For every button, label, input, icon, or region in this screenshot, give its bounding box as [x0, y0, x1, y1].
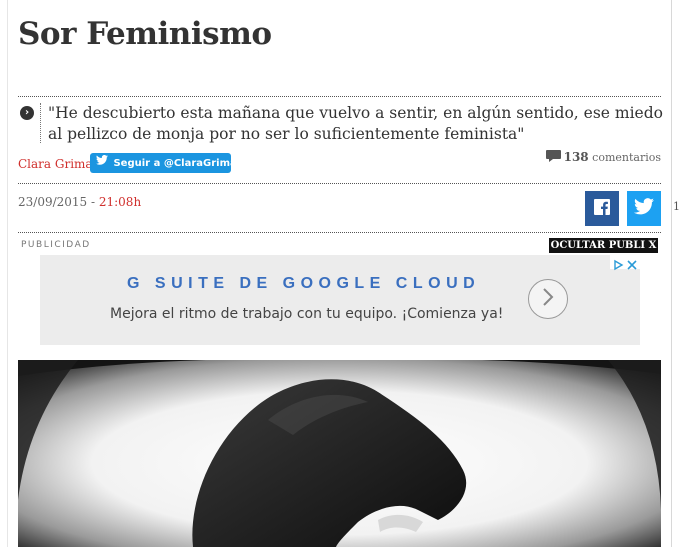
ad-label: PUBLICIDAD [21, 240, 91, 250]
edge-number: 1 [673, 200, 679, 213]
author-link[interactable]: Clara Grima [18, 157, 93, 171]
quote-divider [40, 103, 41, 143]
ad-headline: G SUITE DE GOOGLE CLOUD [127, 275, 481, 292]
facebook-icon [593, 198, 611, 220]
comment-bubble-icon [545, 150, 561, 162]
comments-link[interactable]: 138 comentarios [545, 150, 661, 164]
follow-label: Seguir a @ClaraGrima [113, 158, 237, 169]
chevron-right-icon: › [20, 106, 34, 120]
date-value: 23/09/2015 [18, 195, 88, 209]
divider-bottom [18, 232, 661, 233]
hide-ads-button[interactable]: OCULTAR PUBLI X [549, 238, 658, 253]
time-value: 21:08h [98, 195, 142, 209]
divider-top [18, 96, 661, 97]
left-border [7, 0, 8, 547]
right-border [671, 0, 672, 547]
publish-date: 23/09/2015 - 21:08h [18, 195, 141, 209]
twitter-share-button[interactable] [627, 191, 661, 226]
chevron-right-icon [541, 287, 555, 311]
date-separator: - [87, 195, 99, 209]
twitter-bird-icon [96, 153, 110, 173]
ad-banner[interactable]: G SUITE DE GOOGLE CLOUD Mejora el ritmo … [40, 255, 640, 345]
article-image [18, 360, 661, 547]
ad-info-icon [612, 256, 624, 271]
ad-subtext: Mejora el ritmo de trabajo con tu equipo… [110, 306, 504, 322]
ad-choices[interactable] [610, 255, 640, 271]
divider-middle [18, 183, 661, 184]
comments-count: 138 [563, 150, 589, 164]
comments-label: comentarios [592, 151, 661, 164]
twitter-follow-button[interactable]: Seguir a @ClaraGrima [90, 153, 237, 173]
subtitle-quote: "He descubierto esta mañana que vuelvo a… [48, 104, 663, 143]
ad-next-button[interactable] [528, 279, 568, 319]
article-title: Sor Feminismo [18, 16, 272, 52]
ad-close-icon[interactable] [626, 256, 638, 270]
facebook-share-button[interactable] [585, 191, 619, 226]
twitter-icon [634, 198, 654, 219]
